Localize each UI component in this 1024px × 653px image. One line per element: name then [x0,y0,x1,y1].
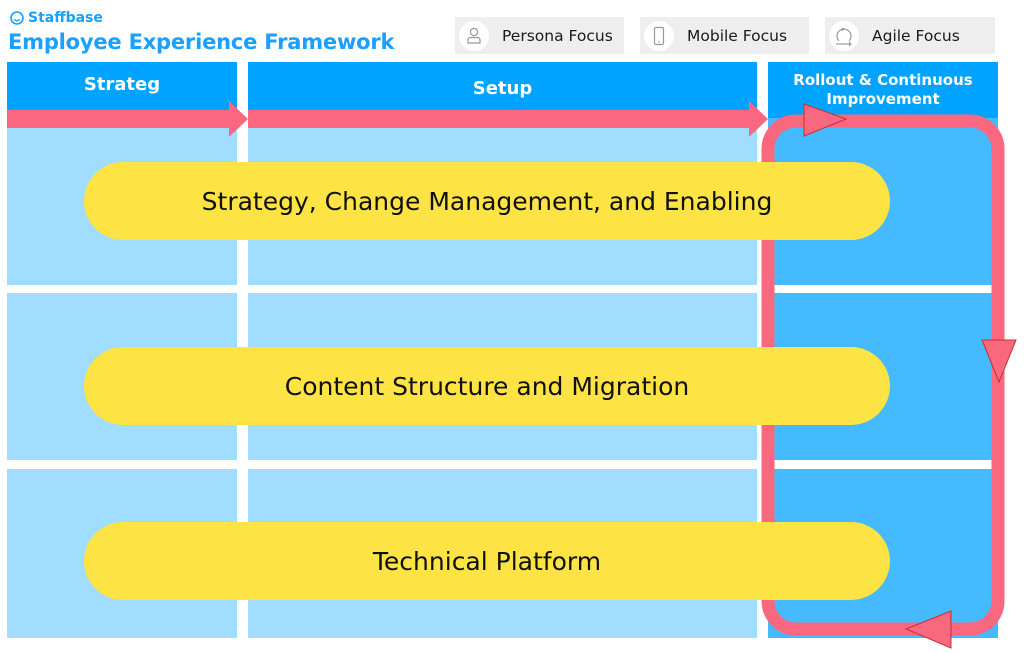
loop-arrowhead-right [803,103,848,137]
workstream-label: Content Structure and Migration [284,371,690,401]
workstream-strategy-change-management: Strategy, Change Management, and Enablin… [84,162,890,240]
workstream-label: Strategy, Change Management, and Enablin… [201,186,773,216]
workstream-technical-platform: Technical Platform [84,522,890,600]
workstream-content-structure: Content Structure and Migration [84,347,890,425]
phase-arrow-setup [248,101,768,137]
phase-arrow-strategy [7,101,248,137]
loop-arrowhead-left [904,610,952,649]
loop-arrowhead-down [981,339,1017,384]
workstream-label: Technical Platform [372,546,602,576]
